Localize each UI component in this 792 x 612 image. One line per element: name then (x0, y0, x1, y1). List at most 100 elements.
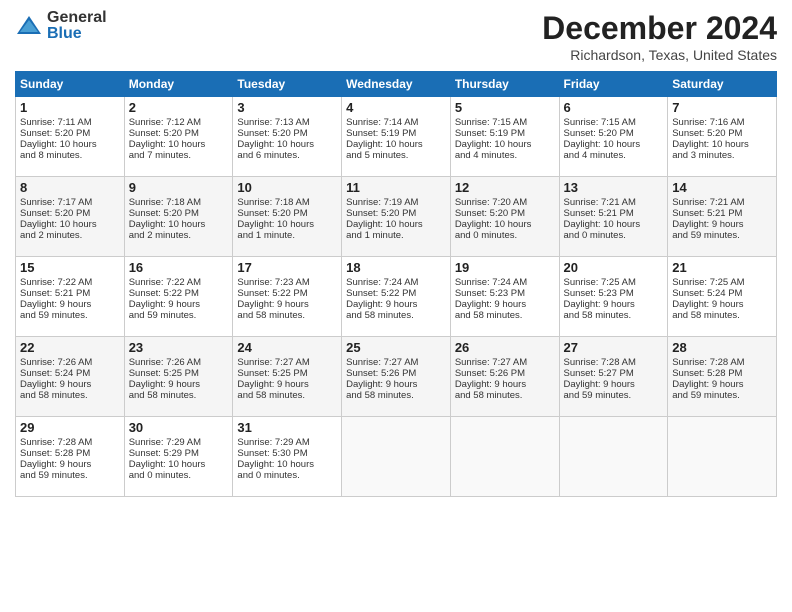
cell-line: Sunrise: 7:28 AM (20, 437, 120, 448)
cell-line: and 2 minutes. (129, 230, 229, 241)
cell-line: Daylight: 9 hours (237, 379, 337, 390)
cell-line: Daylight: 10 hours (564, 219, 664, 230)
cell-line: Sunrise: 7:15 AM (455, 117, 555, 128)
calendar-cell: 7Sunrise: 7:16 AMSunset: 5:20 PMDaylight… (668, 97, 777, 177)
cell-line: and 58 minutes. (346, 390, 446, 401)
calendar-cell: 12Sunrise: 7:20 AMSunset: 5:20 PMDayligh… (450, 177, 559, 257)
cell-line: Sunset: 5:21 PM (672, 208, 772, 219)
day-number: 22 (20, 340, 120, 355)
calendar: SundayMondayTuesdayWednesdayThursdayFrid… (15, 71, 777, 497)
calendar-cell (342, 417, 451, 497)
calendar-cell: 19Sunrise: 7:24 AMSunset: 5:23 PMDayligh… (450, 257, 559, 337)
cell-line: Sunset: 5:24 PM (20, 368, 120, 379)
calendar-cell: 27Sunrise: 7:28 AMSunset: 5:27 PMDayligh… (559, 337, 668, 417)
weekday-header: Wednesday (342, 72, 451, 97)
calendar-cell: 16Sunrise: 7:22 AMSunset: 5:22 PMDayligh… (124, 257, 233, 337)
calendar-cell: 4Sunrise: 7:14 AMSunset: 5:19 PMDaylight… (342, 97, 451, 177)
cell-line: Sunset: 5:20 PM (129, 128, 229, 139)
cell-line: Sunrise: 7:22 AM (129, 277, 229, 288)
calendar-cell: 23Sunrise: 7:26 AMSunset: 5:25 PMDayligh… (124, 337, 233, 417)
cell-line: Sunset: 5:22 PM (237, 288, 337, 299)
day-number: 21 (672, 260, 772, 275)
calendar-cell: 13Sunrise: 7:21 AMSunset: 5:21 PMDayligh… (559, 177, 668, 257)
cell-line: Sunrise: 7:26 AM (129, 357, 229, 368)
page: General Blue December 2024 Richardson, T… (0, 0, 792, 612)
cell-line: Daylight: 10 hours (672, 139, 772, 150)
cell-line: Sunset: 5:20 PM (237, 208, 337, 219)
calendar-cell: 30Sunrise: 7:29 AMSunset: 5:29 PMDayligh… (124, 417, 233, 497)
calendar-cell: 28Sunrise: 7:28 AMSunset: 5:28 PMDayligh… (668, 337, 777, 417)
title-section: December 2024 Richardson, Texas, United … (542, 10, 777, 63)
cell-line: Sunrise: 7:26 AM (20, 357, 120, 368)
calendar-cell (559, 417, 668, 497)
weekday-row: SundayMondayTuesdayWednesdayThursdayFrid… (16, 72, 777, 97)
day-number: 11 (346, 180, 446, 195)
cell-line: and 2 minutes. (20, 230, 120, 241)
month-title: December 2024 (542, 10, 777, 47)
day-number: 4 (346, 100, 446, 115)
cell-line: Daylight: 10 hours (237, 139, 337, 150)
day-number: 6 (564, 100, 664, 115)
calendar-cell (450, 417, 559, 497)
cell-line: Sunrise: 7:23 AM (237, 277, 337, 288)
cell-line: Sunrise: 7:16 AM (672, 117, 772, 128)
cell-line: and 58 minutes. (455, 390, 555, 401)
cell-line: Sunrise: 7:29 AM (237, 437, 337, 448)
day-number: 28 (672, 340, 772, 355)
calendar-body: 1Sunrise: 7:11 AMSunset: 5:20 PMDaylight… (16, 97, 777, 497)
day-number: 20 (564, 260, 664, 275)
cell-line: Sunset: 5:28 PM (20, 448, 120, 459)
location: Richardson, Texas, United States (542, 47, 777, 63)
cell-line: Sunset: 5:20 PM (455, 208, 555, 219)
cell-line: Daylight: 10 hours (455, 139, 555, 150)
calendar-cell: 20Sunrise: 7:25 AMSunset: 5:23 PMDayligh… (559, 257, 668, 337)
cell-line: Daylight: 9 hours (20, 299, 120, 310)
cell-line: and 1 minute. (237, 230, 337, 241)
cell-line: Daylight: 9 hours (455, 299, 555, 310)
cell-line: Sunrise: 7:18 AM (129, 197, 229, 208)
calendar-cell: 2Sunrise: 7:12 AMSunset: 5:20 PMDaylight… (124, 97, 233, 177)
cell-line: Sunrise: 7:29 AM (129, 437, 229, 448)
cell-line: Sunrise: 7:25 AM (672, 277, 772, 288)
day-number: 12 (455, 180, 555, 195)
day-number: 10 (237, 180, 337, 195)
logo-blue: Blue (47, 26, 107, 42)
cell-line: Daylight: 9 hours (564, 299, 664, 310)
day-number: 14 (672, 180, 772, 195)
cell-line: Daylight: 9 hours (564, 379, 664, 390)
day-number: 25 (346, 340, 446, 355)
cell-line: Sunrise: 7:20 AM (455, 197, 555, 208)
cell-line: and 0 minutes. (129, 470, 229, 481)
cell-line: and 59 minutes. (129, 310, 229, 321)
weekday-header: Monday (124, 72, 233, 97)
day-number: 1 (20, 100, 120, 115)
calendar-cell: 3Sunrise: 7:13 AMSunset: 5:20 PMDaylight… (233, 97, 342, 177)
calendar-cell: 21 Sunrise: 7:25 AMSunset: 5:24 PMDayligh… (668, 257, 777, 337)
cell-line: Daylight: 9 hours (672, 299, 772, 310)
cell-line: Sunset: 5:28 PM (672, 368, 772, 379)
day-number: 9 (129, 180, 229, 195)
day-number: 24 (237, 340, 337, 355)
day-number: 13 (564, 180, 664, 195)
cell-line: Daylight: 10 hours (564, 139, 664, 150)
cell-line: and 5 minutes. (346, 150, 446, 161)
cell-line: Daylight: 10 hours (129, 139, 229, 150)
calendar-week: 15Sunrise: 7:22 AMSunset: 5:21 PMDayligh… (16, 257, 777, 337)
cell-line: Sunrise: 7:21 AM (672, 197, 772, 208)
calendar-cell: 31Sunrise: 7:29 AMSunset: 5:30 PMDayligh… (233, 417, 342, 497)
day-number: 31 (237, 420, 337, 435)
cell-line: Daylight: 10 hours (237, 459, 337, 470)
calendar-cell: 8Sunrise: 7:17 AMSunset: 5:20 PMDaylight… (16, 177, 125, 257)
cell-line: Daylight: 10 hours (20, 139, 120, 150)
day-number: 19 (455, 260, 555, 275)
cell-line: Sunrise: 7:27 AM (237, 357, 337, 368)
cell-line: Daylight: 9 hours (672, 379, 772, 390)
cell-line: Daylight: 10 hours (346, 219, 446, 230)
cell-line: Sunset: 5:24 PM (672, 288, 772, 299)
cell-line: Sunset: 5:19 PM (455, 128, 555, 139)
cell-line: and 59 minutes. (672, 230, 772, 241)
weekday-header: Thursday (450, 72, 559, 97)
cell-line: Sunset: 5:27 PM (564, 368, 664, 379)
cell-line: Daylight: 9 hours (346, 299, 446, 310)
cell-line: and 58 minutes. (237, 390, 337, 401)
